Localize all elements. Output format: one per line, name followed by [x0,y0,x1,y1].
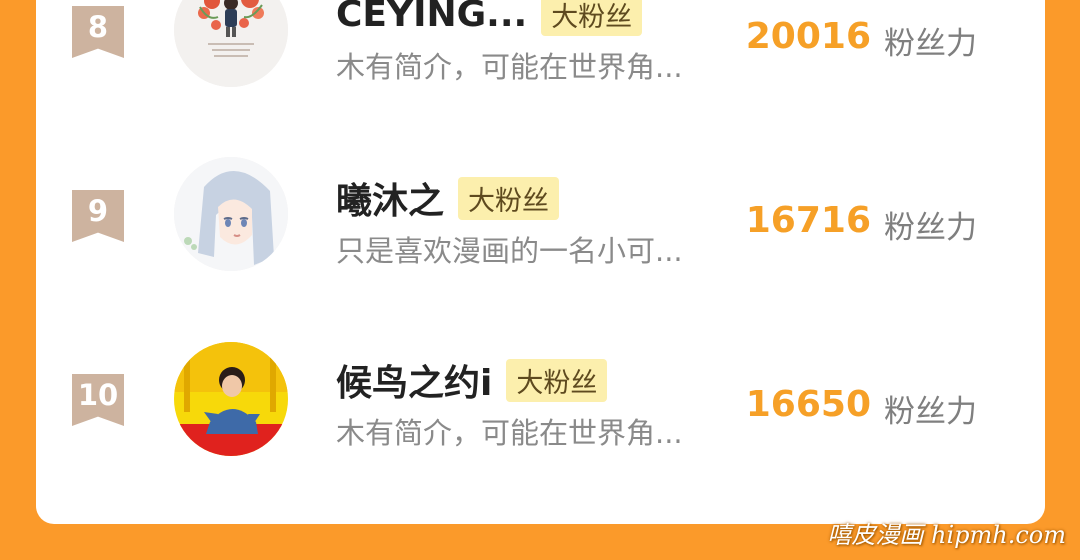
anime-girl-avatar-icon [174,157,288,271]
ranking-row[interactable]: 9 曦沐之 大粉丝 只是喜欢漫画的一名小可... 16716 粉丝力 [36,156,1045,286]
ranking-row[interactable]: 8 CEYING... 大粉丝 木有简介，可能在世界角... 20016 粉丝力 [36,0,1045,110]
user-intro: 木有简介，可能在世界角... [336,416,683,450]
rank-badge: 9 [72,190,124,242]
rank-number: 8 [87,10,109,44]
user-intro: 只是喜欢漫画的一名小可... [336,234,683,268]
name-line: 曦沐之 大粉丝 [336,176,560,222]
fan-level-badge: 大粉丝 [458,176,560,220]
rank-number: 9 [87,194,109,228]
fan-power-score: 16650 [745,384,871,425]
user-intro: 木有简介，可能在世界角... [336,50,683,84]
fan-power-score: 16716 [745,200,871,241]
rank-number: 10 [77,378,119,412]
site-watermark: 嘻皮漫画 hipmh.com [827,521,1066,549]
fan-power-label: 粉丝力 [884,26,977,62]
rank-badge: 8 [72,6,124,58]
name-line: CEYING... 大粉丝 [336,0,643,36]
fan-power-label: 粉丝力 [884,210,977,246]
avatar[interactable] [174,0,288,87]
boy-photo-avatar-icon [174,342,288,456]
user-name[interactable]: 曦沐之 [336,172,444,224]
fan-power-label: 粉丝力 [884,394,977,430]
fan-level-badge: 大粉丝 [541,0,643,36]
user-name[interactable]: 候鸟之约i [336,354,492,406]
rank-badge: 10 [72,374,124,426]
ranking-row[interactable]: 10 候鸟之约i 大粉丝 木有简介，可能在世界角... 16650 粉丝力 [36,340,1045,470]
name-line: 候鸟之约i 大粉丝 [336,358,608,404]
fan-power-score: 20016 [745,16,871,57]
fan-ranking-card: 8 CEYING... 大粉丝 木有简介，可能在世界角... 20016 粉丝力… [36,0,1045,524]
flower-girl-avatar-icon [174,0,288,87]
fan-level-badge: 大粉丝 [506,358,608,402]
avatar[interactable] [174,157,288,271]
avatar[interactable] [174,342,288,456]
user-name[interactable]: CEYING... [336,0,527,35]
